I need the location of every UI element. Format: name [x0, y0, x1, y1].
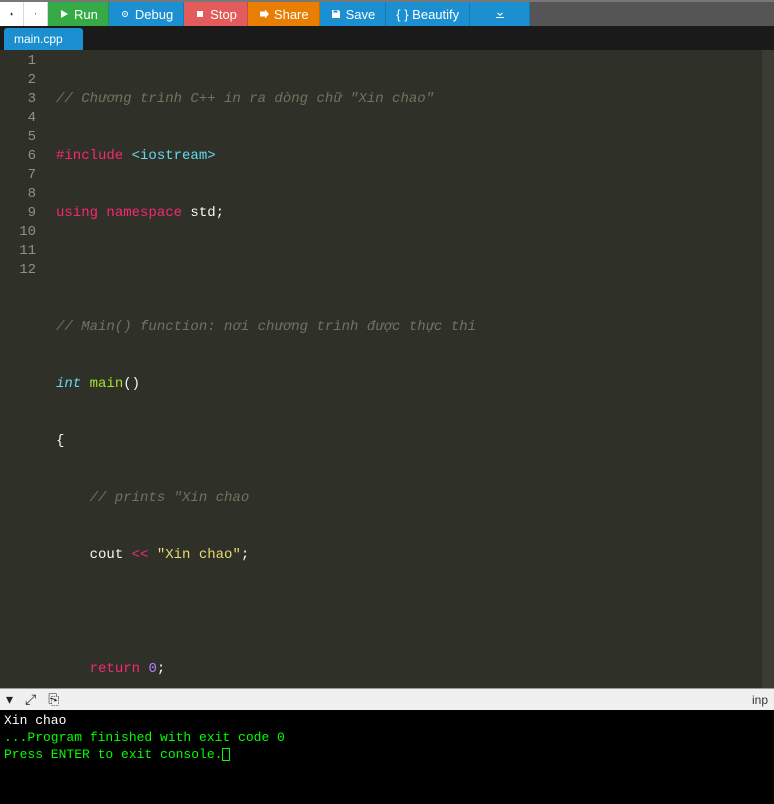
line-number: 10: [0, 223, 36, 242]
code-token: // prints "Xin chao: [56, 490, 249, 506]
toolbar: Run Debug Stop Share Save { } Beautify: [0, 0, 774, 26]
code-token: ;: [241, 547, 249, 563]
beautify-label: { } Beautify: [396, 7, 459, 22]
save-label: Save: [346, 7, 376, 22]
panel-right-label: inp: [752, 693, 768, 707]
line-number: 12: [0, 261, 36, 280]
code-token: [56, 661, 90, 677]
code-token: "Xin chao": [157, 547, 241, 563]
run-label: Run: [74, 7, 98, 22]
line-number: 5: [0, 128, 36, 147]
share-button[interactable]: Share: [248, 2, 320, 26]
code-token: ;: [216, 205, 224, 221]
line-number: 4: [0, 109, 36, 128]
code-token: // Main() function: nơi chương trình đượ…: [56, 319, 476, 335]
panel-bar: ▾ ⤢ ⎘ inp: [0, 688, 774, 710]
stop-label: Stop: [210, 7, 237, 22]
code-token: main: [81, 376, 123, 392]
new-file-button[interactable]: [0, 2, 24, 26]
code-token: 0: [148, 661, 156, 677]
code-token: int: [56, 376, 81, 392]
line-number: 8: [0, 185, 36, 204]
code-token: (): [123, 376, 140, 392]
target-icon: [119, 8, 131, 20]
code-token: cout: [90, 547, 124, 563]
share-icon: [258, 8, 270, 20]
save-button[interactable]: Save: [320, 2, 387, 26]
code-token: #include: [56, 148, 123, 164]
code-token: namespace: [98, 205, 182, 221]
console-line: Press ENTER to exit console.: [4, 746, 770, 763]
code-editor[interactable]: 1 2 3 4 5 6 7 8 9 10 11 12 // Chương trì…: [0, 50, 774, 688]
cursor-icon: [222, 748, 230, 761]
code-token: // Chương trình C++ in ra dòng chữ "Xin …: [56, 91, 434, 107]
save-icon: [330, 8, 342, 20]
line-number: 11: [0, 242, 36, 261]
line-gutter: 1 2 3 4 5 6 7 8 9 10 11 12: [0, 50, 46, 688]
tab-bar: main.cpp: [0, 26, 774, 50]
share-label: Share: [274, 7, 309, 22]
code-token: [56, 547, 90, 563]
code-token: std: [182, 205, 216, 221]
tab-main-cpp[interactable]: main.cpp: [4, 28, 83, 50]
line-number: 6: [0, 147, 36, 166]
console-line: Xin chao: [4, 712, 770, 729]
play-icon: [58, 8, 70, 20]
debug-label: Debug: [135, 7, 173, 22]
line-number: 1: [0, 52, 36, 71]
vertical-scrollbar[interactable]: [762, 50, 774, 688]
code-token: using: [56, 205, 98, 221]
expand-icon[interactable]: ⤢: [25, 691, 36, 708]
code-token: {: [56, 433, 64, 449]
code-token: ;: [157, 661, 165, 677]
run-button[interactable]: Run: [48, 2, 109, 26]
line-number: 9: [0, 204, 36, 223]
console-text: Press ENTER to exit console.: [4, 747, 222, 762]
stop-icon: [194, 8, 206, 20]
line-number: 2: [0, 71, 36, 90]
copy-icon[interactable]: ⎘: [48, 691, 59, 708]
open-file-button[interactable]: [24, 2, 48, 26]
debug-button[interactable]: Debug: [109, 2, 184, 26]
code-token: return: [90, 661, 140, 677]
beautify-button[interactable]: { } Beautify: [386, 2, 470, 26]
tab-label: main.cpp: [14, 32, 63, 46]
code-token: <iostream>: [123, 148, 215, 164]
line-number: 3: [0, 90, 36, 109]
console-output[interactable]: Xin chao ...Program finished with exit c…: [0, 710, 774, 804]
stop-button[interactable]: Stop: [184, 2, 248, 26]
line-number: 7: [0, 166, 36, 185]
code-area[interactable]: // Chương trình C++ in ra dòng chữ "Xin …: [46, 50, 476, 688]
download-icon: [494, 8, 506, 20]
chevron-down-icon[interactable]: ▾: [6, 691, 13, 708]
download-button[interactable]: [470, 2, 530, 26]
code-token: <<: [123, 547, 157, 563]
console-line: ...Program finished with exit code 0: [4, 729, 770, 746]
